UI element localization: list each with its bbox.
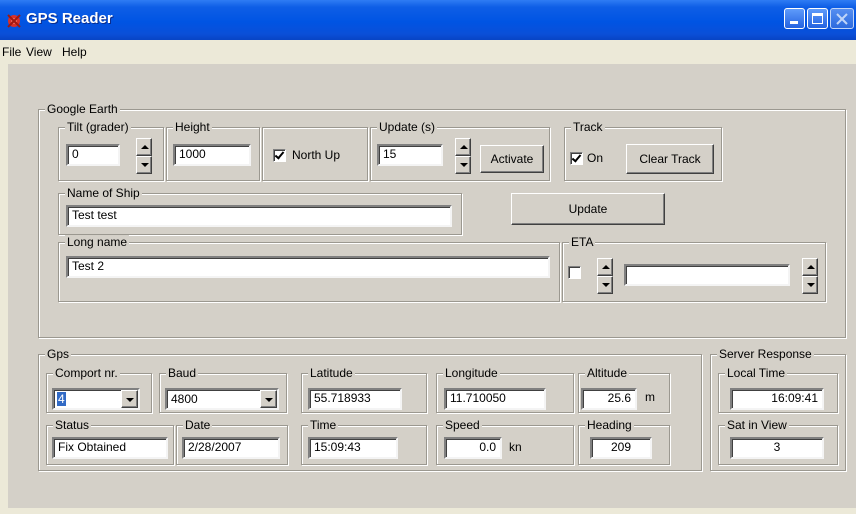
long-name-input[interactable]: Test 2: [66, 256, 550, 278]
sat-in-view-label: Sat in View: [725, 418, 789, 432]
speed-field: 0.0: [444, 437, 502, 459]
chevron-down-icon: [265, 398, 273, 402]
eta-spinner-right[interactable]: [802, 258, 818, 294]
arrow-down-icon: [141, 163, 149, 167]
altitude-field: 25.6: [581, 388, 637, 410]
gps-label: Gps: [45, 347, 72, 361]
comport-dropdown-button[interactable]: [121, 390, 138, 408]
menu-file[interactable]: File: [2, 45, 21, 59]
window-title: GPS Reader: [26, 10, 113, 27]
name-of-ship-input[interactable]: Test test: [66, 205, 452, 227]
clear-track-button[interactable]: Clear Track: [626, 144, 714, 174]
menu-help[interactable]: Help: [62, 45, 87, 59]
arrow-up-icon: [602, 265, 610, 269]
chevron-down-icon: [126, 398, 134, 402]
arrow-up-icon: [141, 145, 149, 149]
tilt-input[interactable]: 0: [66, 144, 120, 166]
heading-label: Heading: [585, 418, 634, 432]
update-interval-spinner[interactable]: [455, 138, 471, 174]
eta-spinner-left[interactable]: [597, 258, 613, 294]
baud-label: Baud: [166, 366, 199, 380]
google-earth-label: Google Earth: [45, 102, 120, 116]
local-time-field: 16:09:41: [730, 388, 824, 410]
eta-input[interactable]: [624, 264, 790, 286]
arrow-up-icon: [460, 145, 468, 149]
minimize-icon: [790, 21, 798, 24]
eta-spin-up[interactable]: [597, 258, 613, 276]
minimize-button[interactable]: [784, 8, 805, 29]
north-up-label: North Up: [292, 148, 341, 162]
maximize-button[interactable]: [807, 8, 828, 29]
menu-view[interactable]: View: [26, 45, 52, 59]
comport-select[interactable]: 4: [52, 388, 140, 410]
arrow-down-icon: [602, 283, 610, 287]
update-spin-up[interactable]: [455, 138, 471, 156]
eta-spin-down[interactable]: [597, 276, 613, 294]
latitude-label: Latitude: [308, 366, 355, 380]
long-name-label: Long name: [65, 235, 130, 249]
server-response-label: Server Response: [717, 347, 814, 361]
tilt-spinner[interactable]: [136, 138, 152, 174]
baud-value: 4800: [171, 392, 198, 406]
longitude-label: Longitude: [443, 366, 500, 380]
longitude-field: 11.710050: [444, 388, 546, 410]
altitude-unit: m: [645, 390, 655, 404]
comport-value: 4: [57, 392, 66, 406]
sat-in-view-field: 3: [730, 437, 824, 459]
status-label: Status: [53, 418, 92, 432]
maximize-icon: [812, 13, 823, 24]
eta-time-spin-up[interactable]: [802, 258, 818, 276]
update-spin-down[interactable]: [455, 156, 471, 174]
close-icon: [836, 13, 848, 25]
eta-time-spin-down[interactable]: [802, 276, 818, 294]
latitude-field: 55.718933: [308, 388, 402, 410]
window-bottom-border: [8, 508, 856, 514]
track-on-checkbox[interactable]: [570, 152, 583, 165]
baud-dropdown-button[interactable]: [260, 390, 277, 408]
baud-select[interactable]: 4800: [165, 388, 279, 410]
name-of-ship-label: Name of Ship: [65, 186, 142, 200]
track-label: Track: [571, 120, 605, 134]
tilt-spin-down[interactable]: [136, 156, 152, 174]
date-field: 2/28/2007: [182, 437, 280, 459]
speed-unit: kn: [509, 440, 522, 454]
altitude-label: Altitude: [585, 366, 630, 380]
title-bar[interactable]: GPS Reader: [0, 0, 856, 40]
heading-field: 209: [590, 437, 652, 459]
north-up-checkbox[interactable]: [273, 149, 286, 162]
status-field: Fix Obtained: [52, 437, 168, 459]
activate-button[interactable]: Activate: [480, 145, 544, 173]
track-on-label: On: [587, 151, 604, 165]
satellite-icon: [7, 14, 21, 28]
tilt-label: Tilt (grader): [65, 120, 131, 134]
close-button[interactable]: [830, 8, 854, 29]
date-label: Date: [183, 418, 213, 432]
arrow-up-icon: [807, 265, 815, 269]
menu-bar: File View Help: [0, 40, 856, 64]
height-label: Height: [173, 120, 212, 134]
time-label: Time: [308, 418, 339, 432]
eta-checkbox[interactable]: [568, 266, 581, 279]
tilt-spin-up[interactable]: [136, 138, 152, 156]
update-button[interactable]: Update: [511, 193, 665, 225]
arrow-down-icon: [807, 283, 815, 287]
speed-label: Speed: [443, 418, 482, 432]
arrow-down-icon: [460, 163, 468, 167]
comport-label: Comport nr.: [53, 366, 120, 380]
height-input[interactable]: 1000: [173, 144, 251, 166]
time-field: 15:09:43: [308, 437, 398, 459]
update-interval-label: Update (s): [377, 120, 438, 134]
local-time-label: Local Time: [725, 366, 788, 380]
window-left-border: [0, 64, 8, 514]
update-interval-input[interactable]: 15: [377, 144, 443, 166]
eta-label: ETA: [569, 235, 596, 249]
